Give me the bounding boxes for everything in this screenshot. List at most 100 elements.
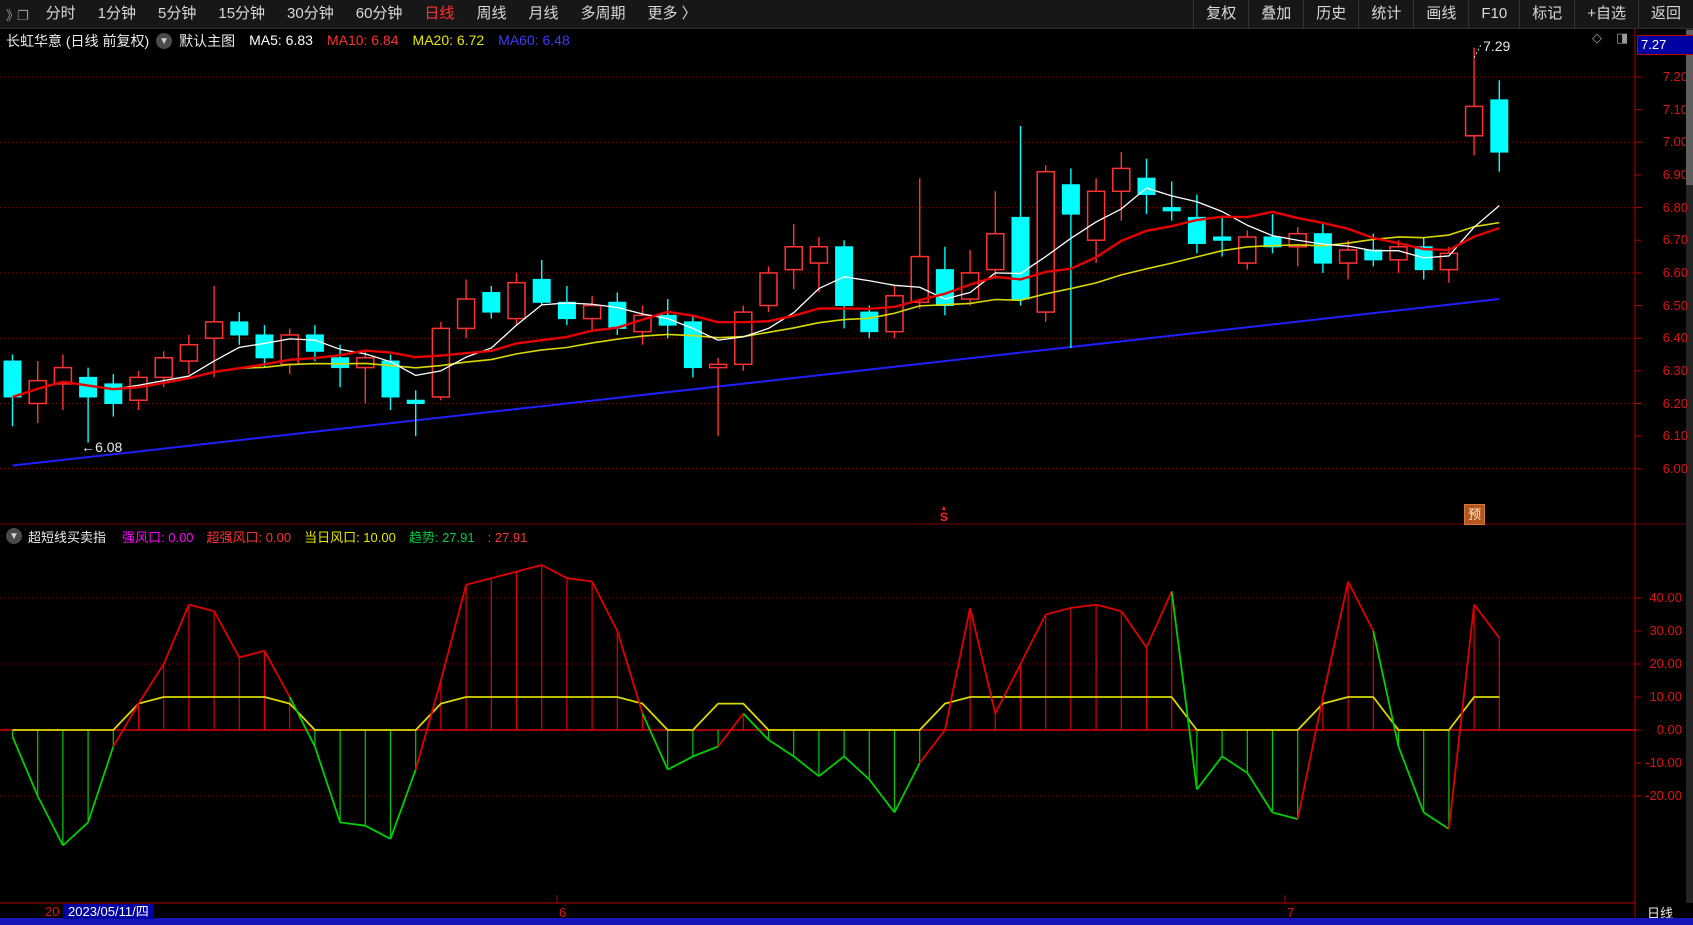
trend-segment <box>466 578 491 585</box>
trend-segment <box>1424 813 1449 830</box>
toolbar-button-标记[interactable]: 标记 <box>1519 0 1574 28</box>
toolbar-button-返回[interactable]: 返回 <box>1638 0 1693 28</box>
toolbar-button-历史[interactable]: 历史 <box>1303 0 1358 28</box>
trend-segment <box>1247 773 1272 813</box>
top-nav-bar: 》❐ 分时1分钟5分钟15分钟30分钟60分钟日线周线月线多周期更多 〉 复权叠… <box>0 0 1693 29</box>
trend-segment <box>542 565 567 578</box>
alert-badge[interactable]: 预 <box>1464 504 1485 525</box>
trend-segment <box>189 605 214 612</box>
trend-segment <box>13 737 38 796</box>
trend-segment <box>164 605 189 664</box>
trend-segment <box>643 714 668 770</box>
trend-segment <box>769 740 794 757</box>
ma-legend-item: MA10: 6.84 <box>327 32 399 48</box>
toolbar-button-统计[interactable]: 统计 <box>1358 0 1413 28</box>
candle-body-down <box>1491 100 1508 152</box>
price-axis-label: 6.20 <box>1636 396 1688 411</box>
trading-app-window: 》❐ 分时1分钟5分钟15分钟30分钟60分钟日线周线月线多周期更多 〉 复权叠… <box>0 0 1693 925</box>
candle-body-down <box>483 292 500 312</box>
trend-segment <box>1323 582 1348 698</box>
first-date-label: 2023/05/11/四 <box>63 904 154 919</box>
split-view-icon[interactable]: ◨ <box>1616 30 1628 46</box>
indicator-value: 趋势: 27.91 <box>409 530 475 545</box>
candle-body-down <box>1365 250 1382 260</box>
year-label: 20 <box>45 904 59 919</box>
tab-period-更多 〉[interactable]: 更多 〉 <box>636 0 707 28</box>
price-axis-label: 6.50 <box>1636 298 1688 313</box>
indicator-axis-label: 10.00 <box>1630 689 1682 704</box>
trend-segment <box>869 780 894 813</box>
tab-period-15分钟[interactable]: 15分钟 <box>207 0 276 28</box>
tab-period-日线[interactable]: 日线 <box>413 0 465 28</box>
trend-segment <box>315 747 340 823</box>
candle-body-down <box>4 361 21 397</box>
toolbar-button-复权[interactable]: 复权 <box>1193 0 1248 28</box>
ma5-line <box>13 188 1500 397</box>
price-axis-label: 6.80 <box>1636 200 1688 215</box>
candle-body-down <box>105 384 122 404</box>
tab-period-周线[interactable]: 周线 <box>465 0 517 28</box>
tab-period-月线[interactable]: 月线 <box>517 0 569 28</box>
trend-segment <box>239 651 264 658</box>
candle-body-down <box>332 358 349 368</box>
trend-segment <box>895 763 920 813</box>
candle-body-up <box>1466 106 1483 135</box>
candle-body-down <box>1138 178 1155 194</box>
price-axis-label: 6.60 <box>1636 265 1688 280</box>
tab-period-5分钟[interactable]: 5分钟 <box>147 0 207 28</box>
price-annotation-6.08: ←6.08 <box>81 439 122 455</box>
trend-segment <box>1021 615 1046 665</box>
tab-period-60分钟[interactable]: 60分钟 <box>345 0 414 28</box>
trend-segment <box>794 756 819 776</box>
candle-body-up <box>810 247 827 263</box>
chevron-down-icon[interactable]: ▼ <box>6 528 22 544</box>
trend-segment <box>340 822 365 825</box>
main-overlay-label[interactable]: 默认主图 <box>179 31 235 51</box>
candle-body-up <box>911 257 928 303</box>
diamond-icon[interactable]: ◇ <box>1592 30 1602 46</box>
chevron-down-icon[interactable]: ▼ <box>156 33 172 49</box>
trend-segment <box>844 756 869 779</box>
toolbar-buttons: 复权叠加历史统计画线F10标记+自选返回 <box>1193 0 1693 28</box>
horizontal-scrollbar[interactable] <box>0 918 1693 925</box>
toolbar-button-画线[interactable]: 画线 <box>1413 0 1468 28</box>
toolbar-button-F10[interactable]: F10 <box>1468 0 1519 28</box>
tab-period-分时[interactable]: 分时 <box>35 0 87 28</box>
trend-segment <box>38 796 63 846</box>
indicator-axis-label: 20.00 <box>1630 656 1682 671</box>
toolbar-button-叠加[interactable]: 叠加 <box>1248 0 1303 28</box>
indicator-values: 强风口: 0.00超强风口: 0.00当日风口: 10.00趋势: 27.91:… <box>122 527 540 546</box>
indicator-title[interactable]: 超短线买卖指 <box>28 527 106 546</box>
collapse-window-icon[interactable]: 》❐ <box>0 5 31 24</box>
candle-body-down <box>558 302 575 318</box>
toolbar-button-+自选[interactable]: +自选 <box>1574 0 1638 28</box>
ma-legend: MA5: 6.83MA10: 6.84MA20: 6.72MA60: 6.48 <box>249 32 584 50</box>
candle-body-up <box>1340 250 1357 263</box>
indicator-value: 超强风口: 0.00 <box>207 530 292 545</box>
trend-segment <box>391 770 416 839</box>
trend-segment <box>1121 611 1146 647</box>
candle-body-up <box>987 234 1004 270</box>
trend-segment <box>88 747 113 823</box>
candle-body-up <box>1239 237 1256 263</box>
trend-segment <box>1172 591 1197 789</box>
indicator-value: 当日风口: 10.00 <box>304 530 396 545</box>
candle-body-up <box>584 306 601 319</box>
price-axis-label: 6.10 <box>1636 428 1688 443</box>
tab-period-1分钟[interactable]: 1分钟 <box>87 0 147 28</box>
tab-period-多周期[interactable]: 多周期 <box>569 0 636 28</box>
period-tabs: 分时1分钟5分钟15分钟30分钟60分钟日线周线月线多周期更多 〉 <box>31 0 708 28</box>
trend-segment <box>1399 747 1424 813</box>
candle-body-down <box>256 335 273 358</box>
tab-period-30分钟[interactable]: 30分钟 <box>276 0 345 28</box>
candle-body-up <box>29 381 46 404</box>
trend-segment <box>995 664 1020 714</box>
trend-segment <box>1449 605 1474 829</box>
chart-canvas[interactable] <box>0 0 1693 925</box>
candle-body-down <box>836 247 853 306</box>
candle-body-down <box>1163 208 1180 211</box>
trend-segment <box>517 565 542 572</box>
trend-segment <box>1298 697 1323 819</box>
trend-segment <box>491 572 516 579</box>
ma20-line <box>13 223 1500 397</box>
